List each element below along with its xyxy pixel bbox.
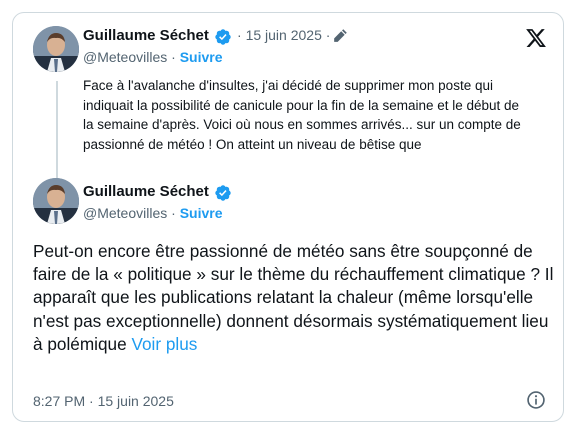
date-label[interactable]: 15 juin 2025 <box>246 27 322 43</box>
tweet-date[interactable]: · 15 juin 2025 · <box>237 27 330 43</box>
follow-button[interactable]: Suivre <box>180 205 223 221</box>
info-icon[interactable] <box>526 390 546 410</box>
verified-badge-icon <box>215 29 231 45</box>
separator-dot: · <box>171 205 176 221</box>
avatar[interactable] <box>33 26 79 72</box>
x-logo-icon[interactable] <box>525 27 547 49</box>
author-handle-row: @Meteovilles · Suivre <box>83 205 223 221</box>
separator-dot: · <box>325 27 331 43</box>
author-handle-row: @Meteovilles · Suivre <box>83 49 223 65</box>
avatar[interactable] <box>33 178 79 224</box>
tweet-embed-card[interactable]: Guillaume Séchet · 15 juin 2025 · @Meteo… <box>12 12 564 422</box>
follow-button[interactable]: Suivre <box>180 49 223 65</box>
tweet-body: Peut-on encore être passionné de météo s… <box>33 241 554 354</box>
thread-connector-line <box>56 81 58 179</box>
avatar-image <box>33 26 79 72</box>
separator-dot: · <box>237 27 242 43</box>
tweet-text: Peut-on encore être passionné de météo s… <box>33 240 558 356</box>
author-handle[interactable]: @Meteovilles <box>83 205 167 221</box>
edit-pencil-icon[interactable] <box>333 29 347 43</box>
avatar-image <box>33 178 79 224</box>
author-handle[interactable]: @Meteovilles <box>83 49 167 65</box>
see-more-link[interactable]: Voir plus <box>131 334 197 354</box>
quoted-tweet-text: Face à l'avalanche d'insultes, j'ai déci… <box>83 78 521 152</box>
author-name[interactable]: Guillaume Séchet <box>83 27 209 44</box>
verified-badge-icon <box>215 185 231 201</box>
separator-dot: · <box>171 49 176 65</box>
tweet-timestamp[interactable]: 8:27 PM · 15 juin 2025 <box>33 393 174 409</box>
author-name[interactable]: Guillaume Séchet <box>83 183 209 200</box>
